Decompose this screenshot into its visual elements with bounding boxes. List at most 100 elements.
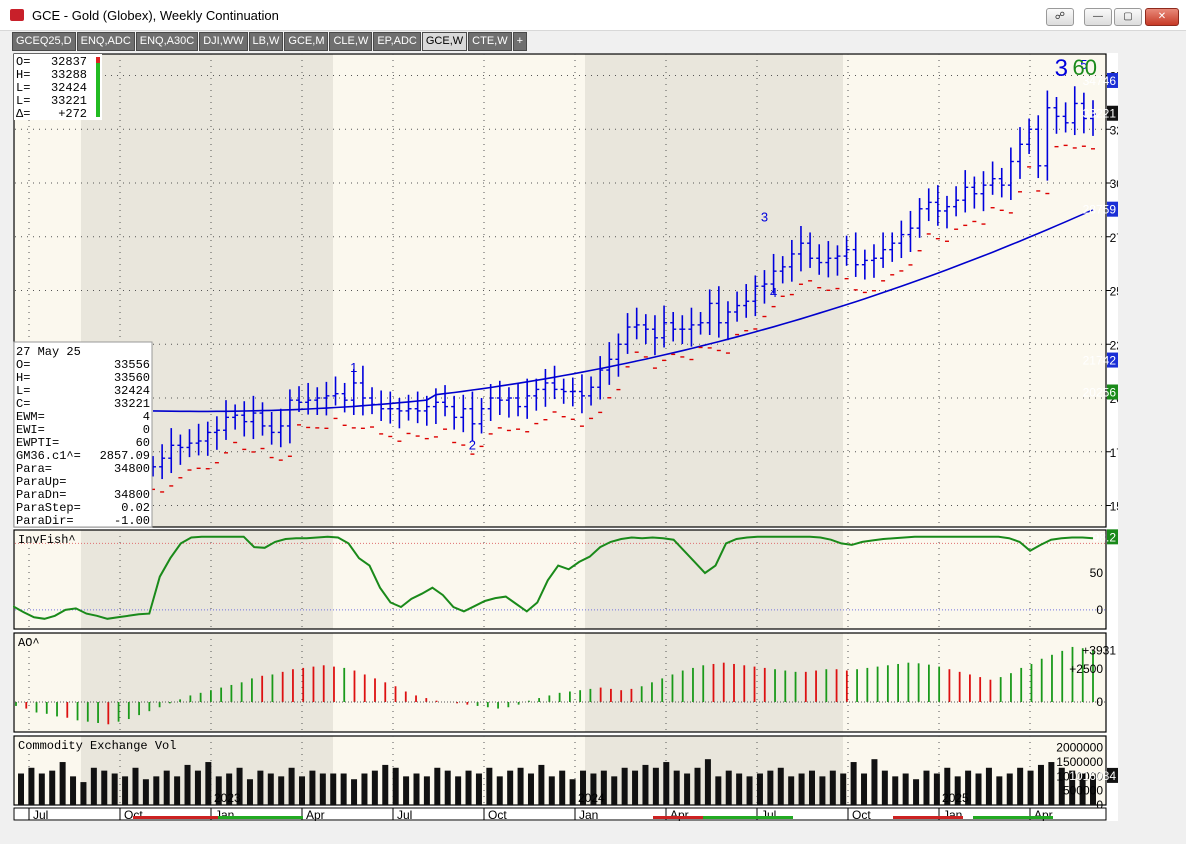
volume-bar-49: [527, 773, 534, 805]
volume-bar-83: [881, 770, 888, 805]
volume-bar-46: [496, 776, 503, 805]
info-label-0: O=: [16, 358, 30, 372]
tab-9[interactable]: CTE,W: [468, 32, 512, 51]
volume-bar-26: [288, 767, 295, 805]
ohlc-value-4: +272: [58, 107, 87, 121]
close-button[interactable]: ✕: [1145, 8, 1179, 26]
time-label-3: Apr: [306, 808, 325, 821]
volume-bar-53: [569, 779, 576, 805]
minimize-button[interactable]: —: [1084, 8, 1112, 26]
volume-bar-18: [205, 762, 212, 805]
ohlc-value-2: 32424: [51, 81, 87, 95]
time-label-5: Oct: [488, 808, 507, 821]
ao-label: AO^: [18, 636, 40, 650]
ohlc-label-0: O=: [16, 55, 30, 69]
shade-1-1: [585, 530, 843, 629]
volume-bar-31: [340, 773, 347, 805]
volume-bar-13: [153, 776, 160, 805]
info-label-2: L=: [16, 384, 30, 398]
info-value-3: 33221: [114, 397, 150, 411]
symbol-tabs: GCEQ25,D ENQ,ADC ENQ,A30C DJI,WW LB,W GCE,M CL…: [12, 32, 528, 51]
tab-1[interactable]: ENQ,ADC: [76, 32, 135, 51]
osc-tick-1: 50: [1090, 566, 1104, 580]
price-chart[interactable]: 1500017500200002250025000275003000032500…: [12, 53, 1143, 822]
tab-3[interactable]: DJI,WW: [199, 32, 248, 51]
volume-bar-61: [652, 767, 659, 805]
info-label-6: EWPTI=: [16, 436, 59, 450]
info-value-10: 34800: [114, 488, 150, 502]
volume-bar-1: [28, 767, 35, 805]
volume-bar-77: [819, 776, 826, 805]
chart-area[interactable]: 1500017500200002250025000275003000032500…: [12, 53, 1143, 822]
volume-bar-74: [788, 776, 795, 805]
tab-8[interactable]: GCE,W: [421, 32, 468, 51]
volume-bar-25: [278, 776, 285, 805]
info-value-1: 33560: [114, 371, 150, 385]
axis-strip-red-0: [133, 816, 218, 819]
wave-label-1: 2: [469, 438, 476, 453]
tab-6[interactable]: CLE,W: [329, 32, 373, 51]
window-title: GCE - Gold (Globex), Weekly Continuation: [32, 8, 279, 23]
price-tick-label-6: 30000: [1110, 177, 1118, 191]
year-label-2: 2025: [942, 791, 969, 805]
info-value-2: 32424: [114, 384, 150, 398]
time-label-7: Apr: [670, 808, 689, 821]
info-label-11: ParaStep=: [16, 501, 81, 515]
volume-bar-51: [548, 776, 555, 805]
app-icon: [10, 9, 24, 21]
volume-bar-44: [475, 773, 482, 805]
volume-bar-81: [861, 773, 868, 805]
time-label-4: Jul: [397, 808, 412, 821]
maximize-button[interactable]: ▢: [1114, 8, 1142, 26]
volume-bar-7: [90, 767, 97, 805]
volume-bar-60: [642, 764, 649, 805]
tab-5[interactable]: GCE,M: [284, 32, 329, 51]
volume-bar-36: [392, 767, 399, 805]
volume-bar-63: [673, 770, 680, 805]
volume-bar-11: [132, 767, 139, 805]
price-tag-2: 28759: [1083, 203, 1117, 217]
volume-bar-88: [933, 773, 940, 805]
tab-10[interactable]: +: [512, 32, 528, 51]
price-tag-0: 34746: [1083, 74, 1117, 88]
shade-1-0: [585, 54, 843, 527]
volume-bar-29: [319, 773, 326, 805]
ohlc-label-2: L=: [16, 81, 30, 95]
volume-bar-65: [694, 767, 701, 805]
volume-bar-45: [486, 767, 493, 805]
volume-bar-82: [871, 759, 878, 805]
link-icon[interactable]: ☍: [1046, 8, 1074, 26]
wave-label-2: 3: [761, 210, 768, 225]
tab-0[interactable]: GCEQ25,D: [12, 32, 76, 51]
volume-bar-8: [101, 770, 108, 805]
shade-0-1: [81, 530, 333, 629]
volume-bar-16: [184, 764, 191, 805]
volume-bar-2: [38, 773, 45, 805]
ohlc-value-0: 32837: [51, 55, 87, 69]
volume-bar-40: [434, 767, 441, 805]
volume-bar-50: [538, 764, 545, 805]
axis-strip-red-2: [893, 816, 963, 819]
info-label-1: H=: [16, 371, 30, 385]
volume-bar-80: [850, 762, 857, 805]
tab-2[interactable]: ENQ,A30C: [135, 32, 199, 51]
volume-bar-12: [142, 779, 149, 805]
volume-bar-87: [923, 770, 930, 805]
price-tick-label-3: 22500: [1110, 338, 1118, 352]
volume-bar-15: [174, 776, 181, 805]
volume-bar-9: [111, 773, 118, 805]
price-tag-3: 21742: [1083, 354, 1117, 368]
ohlc-value-1: 33288: [51, 68, 87, 82]
volume-bar-24: [267, 773, 274, 805]
info-label-8: Para=: [16, 462, 52, 476]
price-tick-label-0: 15000: [1110, 500, 1118, 514]
tab-7[interactable]: EP,ADC: [373, 32, 421, 51]
volume-bar-59: [632, 770, 639, 805]
volume-bar-76: [808, 770, 815, 805]
volume-bar-67: [715, 776, 722, 805]
volume-bar-10: [122, 776, 129, 805]
osc-label: InvFish^: [18, 533, 76, 547]
tab-4[interactable]: LB,W: [248, 32, 284, 51]
volume-bar-66: [704, 759, 711, 805]
year-label-1: 2024: [578, 791, 605, 805]
